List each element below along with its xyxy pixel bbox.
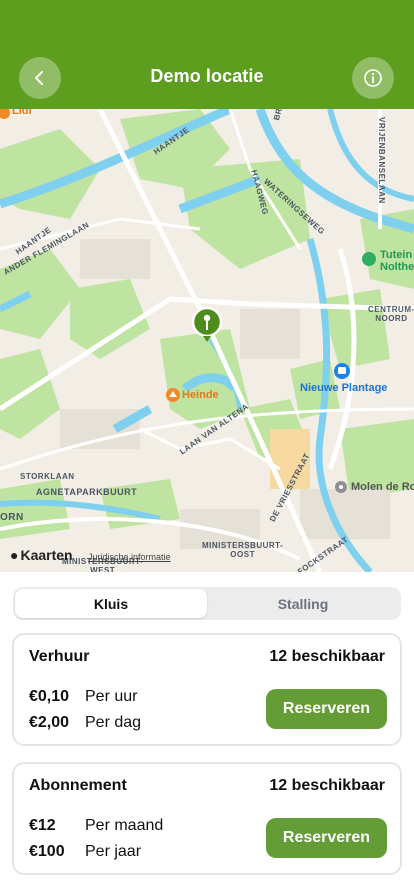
map-canvas [0,109,414,572]
price-row: €12 Per maand [29,817,163,835]
maps-logo: ● Kaarten [10,547,73,563]
legal-link[interactable]: Juridische informatie [88,552,171,562]
price-unit: Per uur [85,688,138,705]
reserve-button[interactable]: Reserveren [266,818,387,858]
poi-label-tutein[interactable]: Tutein [380,249,412,261]
price-amount: €12 [29,817,56,834]
price-row: €2,00 Per dag [29,714,141,732]
price-amount: €100 [29,843,65,860]
availability-count: 12 beschikbaar [269,648,385,665]
district-label-orn: ORN [0,512,24,523]
apple-icon: ● [10,547,19,563]
price-row: €100 Per jaar [29,843,141,861]
tab-stalling[interactable]: Stalling [207,589,399,618]
card-title: Verhuur [29,648,90,665]
district-label-agnetaparkbuurt: AGNETAPARKBUURT [36,487,138,497]
price-unit: Per maand [85,817,164,834]
rental-card: Verhuur 12 beschikbaar €0,10 Per uur €2,… [12,633,402,746]
tab-kluis[interactable]: Kluis [15,589,207,618]
poi-label-heinde[interactable]: Heinde [182,389,219,401]
street-label-vrijenbanselaan: VRIJENBANSELAAN [377,117,386,204]
info-icon [364,69,382,87]
street-label-storklaan: STORKLAAN [20,472,75,481]
poi-label-molen[interactable]: Molen de Ro [351,481,414,493]
price-unit: Per dag [85,714,142,731]
app-header: Demo locatie [0,0,414,109]
poi-label-nieuwe-plantage[interactable]: Nieuwe Plantage [300,382,387,394]
availability-count: 12 beschikbaar [269,777,385,794]
district-label-ministersbuurt-oost: MINISTERSBUURT- OOST [202,541,284,559]
map-view[interactable]: BRASSERSPLEIN HAAGWEG VRIJENBANSELAAN WA… [0,109,414,572]
price-row: €0,10 Per uur [29,688,137,706]
price-unit: Per jaar [85,843,142,860]
subscription-card: Abonnement 12 beschikbaar €12 Per maand … [12,762,402,875]
info-button[interactable] [352,57,394,99]
card-title: Abonnement [29,777,127,794]
price-amount: €2,00 [29,714,70,731]
tab-switcher: Kluis Stalling [13,587,401,620]
price-amount: €0,10 [29,688,70,705]
poi-label-nolthe[interactable]: Nolthe [380,261,414,273]
poi-label-lidl[interactable]: Lidl [12,109,32,117]
reserve-button[interactable]: Reserveren [266,689,387,729]
district-label-centrum-noord: CENTRUM- NOORD [368,305,414,323]
